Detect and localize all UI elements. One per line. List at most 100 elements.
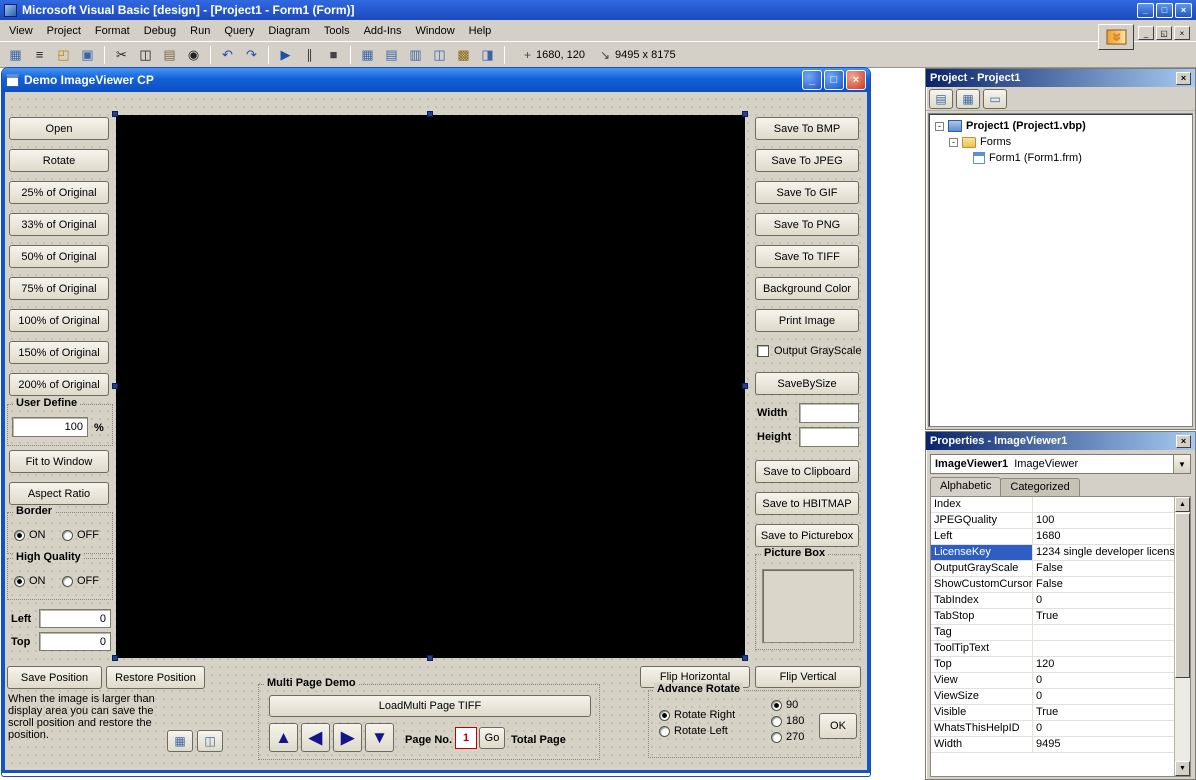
user-define-input[interactable] <box>12 417 88 437</box>
save-to-png-button[interactable]: Save To PNG <box>755 213 859 236</box>
33-of-original-button[interactable]: 33% of Original <box>9 213 109 236</box>
properties-panel-close-button[interactable]: × <box>1176 435 1191 448</box>
child-window-icon[interactable]: » <box>1098 24 1134 50</box>
properties-window-icon[interactable]: ▤ <box>380 44 403 66</box>
open-project-icon[interactable]: ◰ <box>52 44 75 66</box>
page-number-input[interactable]: 1 <box>455 727 477 749</box>
aspect-ratio-button[interactable]: Aspect Ratio <box>9 482 109 505</box>
go-button[interactable]: Go <box>479 727 505 749</box>
menu-help[interactable]: Help <box>462 21 499 41</box>
property-row-licensekey[interactable]: LicenseKey1234 single developer license <box>931 545 1174 561</box>
angle-270-radio[interactable]: 270 <box>771 731 804 743</box>
break-icon[interactable]: ∥ <box>298 44 321 66</box>
image-viewer-control[interactable] <box>116 115 745 658</box>
property-row-viewsize[interactable]: ViewSize0 <box>931 689 1174 705</box>
print-image-button[interactable]: Print Image <box>755 309 859 332</box>
save-to-gif-button[interactable]: Save To GIF <box>755 181 859 204</box>
combo-dropdown-icon[interactable]: ▼ <box>1173 455 1190 473</box>
selection-handle[interactable] <box>427 655 433 661</box>
nav-up-button[interactable]: ▲ <box>269 723 298 752</box>
menu-project[interactable]: Project <box>40 21 88 41</box>
selection-handle[interactable] <box>742 383 748 389</box>
mdi-minimize-button[interactable]: _ <box>1138 26 1154 40</box>
25-of-original-button[interactable]: 25% of Original <box>9 181 109 204</box>
form-maximize-button[interactable]: □ <box>824 70 844 90</box>
project-panel-close-button[interactable]: × <box>1176 72 1191 85</box>
minimize-button[interactable]: _ <box>1137 3 1154 18</box>
data-view-icon[interactable]: ◨ <box>476 44 499 66</box>
save-to-picturebox-button[interactable]: Save to Picturebox <box>755 524 859 547</box>
tree-item-form1[interactable]: Form1 (Form1.frm) <box>931 150 1190 166</box>
undo-icon[interactable]: ↶ <box>216 44 239 66</box>
menu-format[interactable]: Format <box>88 21 137 41</box>
tab-alphabetic[interactable]: Alphabetic <box>930 477 1001 496</box>
property-row-view[interactable]: View0 <box>931 673 1174 689</box>
copy-icon[interactable]: ◫ <box>134 44 157 66</box>
menu-editor-icon[interactable]: ≡ <box>28 44 51 66</box>
menu-run[interactable]: Run <box>183 21 217 41</box>
menu-tools[interactable]: Tools <box>317 21 357 41</box>
angle-90-radio[interactable]: 90 <box>771 699 798 711</box>
selection-handle[interactable] <box>427 111 433 117</box>
property-row-showcustomcursor[interactable]: ShowCustomCursorFalse <box>931 577 1174 593</box>
property-row-visible[interactable]: VisibleTrue <box>931 705 1174 721</box>
nav-right-button[interactable]: ▶ <box>333 723 362 752</box>
save-position-button[interactable]: Save Position <box>7 666 102 689</box>
load-multipage-tiff-button[interactable]: LoadMulti Page TIFF <box>269 695 591 717</box>
property-row-tag[interactable]: Tag <box>931 625 1174 641</box>
menu-diagram[interactable]: Diagram <box>261 21 317 41</box>
collapse-icon[interactable]: - <box>935 122 944 131</box>
property-row-tooltiptext[interactable]: ToolTipText <box>931 641 1174 657</box>
save-to-tiff-button[interactable]: Save To TIFF <box>755 245 859 268</box>
top-input[interactable] <box>39 632 111 651</box>
maximize-button[interactable]: □ <box>1156 3 1173 18</box>
scroll-down-icon[interactable]: ▼ <box>1175 761 1190 776</box>
form-layout-icon[interactable]: ▥ <box>404 44 427 66</box>
collapse-icon[interactable]: - <box>949 138 958 147</box>
paste-icon[interactable]: ▤ <box>158 44 181 66</box>
150-of-original-button[interactable]: 150% of Original <box>9 341 109 364</box>
toolbox-icon[interactable]: ▩ <box>452 44 475 66</box>
100-of-original-button[interactable]: 100% of Original <box>9 309 109 332</box>
selection-handle[interactable] <box>742 655 748 661</box>
property-row-whatsthishelpid[interactable]: WhatsThisHelpID0 <box>931 721 1174 737</box>
angle-180-radio[interactable]: 180 <box>771 715 804 727</box>
menu-window[interactable]: Window <box>409 21 462 41</box>
tree-item-project[interactable]: - Project1 (Project1.vbp) <box>931 118 1190 134</box>
menu-view[interactable]: View <box>2 21 40 41</box>
selection-handle[interactable] <box>112 383 118 389</box>
output-grayscale-checkbox[interactable] <box>757 345 769 357</box>
border-off-radio[interactable]: OFF <box>62 529 99 541</box>
form-close-button[interactable]: × <box>846 70 866 90</box>
save-to-clipboard-button[interactable]: Save to Clipboard <box>755 460 859 483</box>
view-object-icon[interactable]: ▦ <box>956 89 980 109</box>
project-explorer-icon[interactable]: ▦ <box>356 44 379 66</box>
width-input[interactable] <box>799 403 859 423</box>
rotate-button[interactable]: Rotate <box>9 149 109 172</box>
add-form-icon[interactable]: ▦ <box>4 44 27 66</box>
property-row-top[interactable]: Top120 <box>931 657 1174 673</box>
menu-query[interactable]: Query <box>217 21 261 41</box>
selection-handle[interactable] <box>112 655 118 661</box>
end-icon[interactable]: ■ <box>322 44 345 66</box>
rotate-right-radio[interactable]: Rotate Right <box>659 709 735 721</box>
properties-scrollbar[interactable]: ▲ ▼ <box>1174 497 1190 776</box>
picture-box-control[interactable] <box>762 569 854 643</box>
nav-left-button[interactable]: ◀ <box>301 723 330 752</box>
selection-handle[interactable] <box>112 111 118 117</box>
quality-on-radio[interactable]: ON <box>14 575 46 587</box>
form-minimize-button[interactable]: _ <box>802 70 822 90</box>
height-input[interactable] <box>799 427 859 447</box>
save-by-size-button[interactable]: SaveBySize <box>755 372 859 395</box>
object-selector-combo[interactable]: ImageViewer1 ImageViewer ▼ <box>930 454 1191 474</box>
mini-window-button-2[interactable]: ◫ <box>197 730 223 752</box>
ok-button[interactable]: OK <box>819 713 857 739</box>
border-on-radio[interactable]: ON <box>14 529 46 541</box>
quality-off-radio[interactable]: OFF <box>62 575 99 587</box>
scroll-up-icon[interactable]: ▲ <box>1175 497 1190 512</box>
selection-handle[interactable] <box>742 111 748 117</box>
mdi-close-button[interactable]: × <box>1174 26 1190 40</box>
50-of-original-button[interactable]: 50% of Original <box>9 245 109 268</box>
left-input[interactable] <box>39 609 111 628</box>
toggle-folders-icon[interactable]: ▭ <box>983 89 1007 109</box>
